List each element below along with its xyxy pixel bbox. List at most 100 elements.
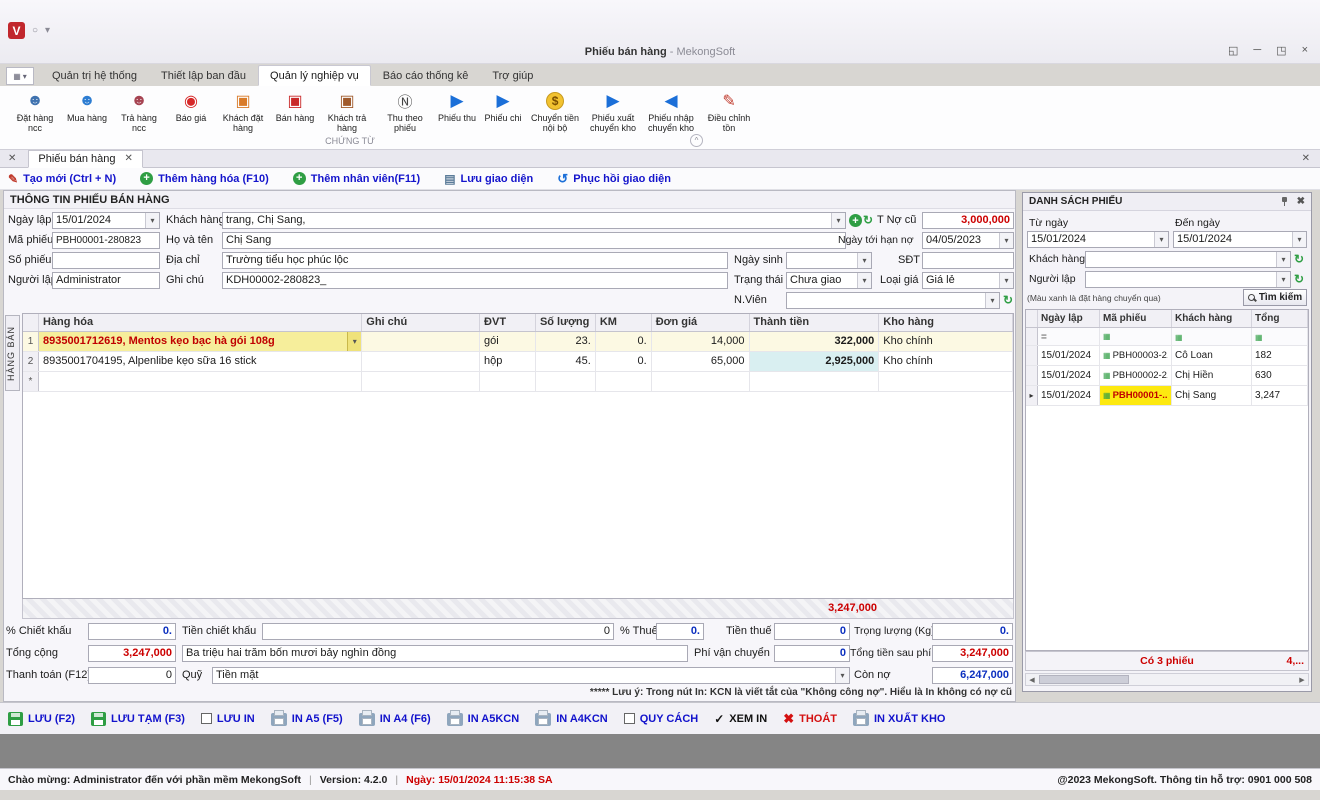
scrollbar-thumb[interactable]: [1039, 675, 1129, 684]
tab-phieu-ban-hang[interactable]: Phiếu bán hàng ✕: [28, 150, 142, 168]
col-ma-phieu[interactable]: Mã phiếu: [1100, 310, 1172, 327]
tool-khach-dat-hang[interactable]: ▣ Khách đặt hàng: [214, 88, 272, 134]
cell-hang-hoa[interactable]: 8935001704195, Alpenlibe kẹo sữa 16 stic…: [39, 352, 362, 371]
tab-quan-tri-he-thong[interactable]: Quản trị hệ thống: [40, 65, 149, 86]
cell-km[interactable]: 0.: [596, 352, 652, 371]
ho-va-ten-input[interactable]: Chị Sang: [222, 232, 846, 249]
dropdown-arrow-icon[interactable]: [831, 213, 845, 228]
ngay-toi-han-no-input[interactable]: 04/05/2023: [922, 232, 1014, 249]
thanh-toan-input[interactable]: 0: [88, 667, 176, 684]
phi-van-chuyen-input[interactable]: 0: [774, 645, 850, 662]
scroll-left-icon[interactable]: ◀: [1026, 676, 1038, 684]
in-a4-button[interactable]: IN A4 (F6): [359, 711, 431, 726]
dropdown-arrow-icon[interactable]: [347, 332, 361, 351]
col-kho-hang[interactable]: Kho hàng: [879, 314, 1013, 331]
loai-gia-combo[interactable]: Giá lẻ: [922, 272, 1014, 289]
in-a5kcn-button[interactable]: IN A5KCN: [447, 711, 520, 726]
table-row[interactable]: 2 8935001704195, Alpenlibe kẹo sữa 16 st…: [23, 352, 1013, 372]
tien-thue-input[interactable]: 0: [774, 623, 850, 640]
add-customer-icon[interactable]: [849, 214, 862, 227]
nhan-vien-combo[interactable]: [786, 292, 1000, 309]
dropdown-arrow-icon[interactable]: [1292, 232, 1306, 247]
cell-hang-hoa[interactable]: 8935001712619, Mentos kẹo bạc hà gói 108…: [39, 332, 362, 351]
ma-phieu-input[interactable]: PBH00001-280823: [52, 232, 160, 249]
tao-moi-button[interactable]: ✎ Tạo mới (Ctrl + N): [8, 172, 116, 186]
checkbox-icon[interactable]: [624, 713, 635, 724]
cell-don-gia[interactable]: 65,000: [652, 352, 750, 371]
tool-chuyen-tien-noi-bo[interactable]: $ Chuyển tiền nội bộ: [526, 88, 584, 134]
tab-quan-ly-nghiep-vu[interactable]: Quản lý nghiệp vụ: [258, 65, 371, 86]
pct-thue-input[interactable]: 0.: [656, 623, 704, 640]
tab-tro-giup[interactable]: Trợ giúp: [480, 65, 545, 86]
horizontal-scrollbar[interactable]: ◀ ▶: [1025, 673, 1309, 686]
ghi-chu-input[interactable]: KDH00002-280823_: [222, 272, 728, 289]
tool-tra-hang-ncc[interactable]: ☻ Trả hàng ncc: [110, 88, 168, 134]
tien-chiet-khau-input[interactable]: 0: [262, 623, 614, 640]
ngay-sinh-input[interactable]: [786, 252, 872, 269]
col-hang-hoa[interactable]: Hàng hóa: [39, 314, 362, 331]
col-so-luong[interactable]: Số lượng: [536, 314, 596, 331]
dropdown-arrow-icon[interactable]: [985, 293, 999, 308]
close-tab-left-icon[interactable]: ✕: [8, 153, 16, 164]
tool-bao-gia[interactable]: ◉ Báo giá: [168, 88, 214, 124]
filter-icon[interactable]: [1172, 328, 1252, 345]
filter-row[interactable]: =: [1026, 328, 1308, 346]
cell-kho-hang[interactable]: Kho chính: [879, 332, 1013, 351]
tool-thu-theo-phieu[interactable]: Ⓝ Thu theo phiếu: [376, 88, 434, 134]
checkmark-icon[interactable]: ✓: [714, 712, 724, 726]
cell-kho-hang[interactable]: Kho chính: [879, 352, 1013, 371]
in-a5-button[interactable]: IN A5 (F5): [271, 711, 343, 726]
cell-so-luong[interactable]: 45.: [536, 352, 596, 371]
scroll-right-icon[interactable]: ▶: [1296, 676, 1308, 684]
them-hang-hoa-button[interactable]: Thêm hàng hóa (F10): [140, 172, 269, 185]
close-icon[interactable]: ×: [1302, 44, 1308, 57]
close-doc-tab-icon[interactable]: ✕: [124, 153, 132, 164]
col-tong[interactable]: Tổng: [1252, 310, 1308, 327]
luu-giao-dien-button[interactable]: ▤ Lưu giao diện: [444, 172, 533, 186]
tool-dieu-chinh-ton[interactable]: ✎ Điều chỉnh tồn: [700, 88, 758, 134]
refresh-filter-creator-icon[interactable]: [1294, 271, 1308, 287]
tool-phieu-nhap-chuyen-kho[interactable]: ◀ Phiếu nhập chuyển kho: [642, 88, 700, 134]
cell-thanh-tien[interactable]: 322,000: [750, 332, 880, 351]
cell-km[interactable]: 0.: [596, 332, 652, 351]
tim-kiem-button[interactable]: Tìm kiếm: [1243, 289, 1307, 306]
app-menu-button[interactable]: [6, 67, 34, 85]
tu-ngay-input[interactable]: 15/01/2024: [1027, 231, 1169, 248]
col-ngay-lap[interactable]: Ngày lập: [1038, 310, 1100, 327]
xem-in-checkbox[interactable]: ✓ XEM IN: [714, 712, 767, 726]
tool-khach-tra-hang[interactable]: ▣ Khách trả hàng: [318, 88, 376, 134]
quy-cach-checkbox[interactable]: QUY CÁCH: [624, 713, 698, 725]
in-a4kcn-button[interactable]: IN A4KCN: [535, 711, 608, 726]
them-nhan-vien-button[interactable]: Thêm nhân viên(F11): [293, 172, 420, 185]
dropdown-arrow-icon[interactable]: [145, 213, 159, 228]
dropdown-arrow-icon[interactable]: [857, 253, 871, 268]
layout-icon[interactable]: ◱: [1228, 44, 1238, 57]
filter-khach-hang-combo[interactable]: [1085, 251, 1291, 268]
side-tab-hang-ban[interactable]: HÀNG BÁN: [5, 315, 20, 391]
luu-button[interactable]: LƯU (F2): [8, 712, 75, 726]
pin-icon[interactable]: [1280, 197, 1289, 207]
dropdown-arrow-icon[interactable]: [999, 273, 1013, 288]
trong-luong-input[interactable]: 0.: [932, 623, 1013, 640]
luu-in-checkbox[interactable]: LƯU IN: [201, 713, 255, 725]
tool-phieu-chi[interactable]: ▶ Phiếu chi: [480, 88, 526, 124]
dropdown-arrow-icon[interactable]: [1154, 232, 1168, 247]
dropdown-arrow-icon[interactable]: [1276, 272, 1290, 287]
phuc-hoi-giao-dien-button[interactable]: ↺ Phục hồi giao diện: [557, 171, 671, 187]
list-item[interactable]: 15/01/2024 PBH00002-2... Chị Hiền 630: [1026, 366, 1308, 386]
col-thanh-tien[interactable]: Thành tiền: [750, 314, 880, 331]
dropdown-arrow-icon[interactable]: [835, 668, 849, 683]
luu-tam-button[interactable]: LƯU TẠM (F3): [91, 712, 185, 726]
refresh-filter-customer-icon[interactable]: [1294, 251, 1308, 267]
tool-phieu-xuat-chuyen-kho[interactable]: ▶ Phiếu xuất chuyển kho: [584, 88, 642, 134]
refresh-customer-icon[interactable]: [863, 212, 877, 228]
list-item-selected[interactable]: 15/01/2024 PBH00001-... Chị Sang 3,247: [1026, 386, 1308, 406]
col-dvt[interactable]: ĐVT: [480, 314, 536, 331]
filter-equals-icon[interactable]: =: [1038, 328, 1100, 345]
dropdown-arrow-icon[interactable]: [857, 273, 871, 288]
cell-dvt[interactable]: hộp: [480, 352, 536, 371]
col-km[interactable]: KM: [596, 314, 652, 331]
pct-chiet-khau-input[interactable]: 0.: [88, 623, 176, 640]
filter-icon[interactable]: [1100, 328, 1172, 345]
quy-combo[interactable]: Tiền mặt: [212, 667, 850, 684]
